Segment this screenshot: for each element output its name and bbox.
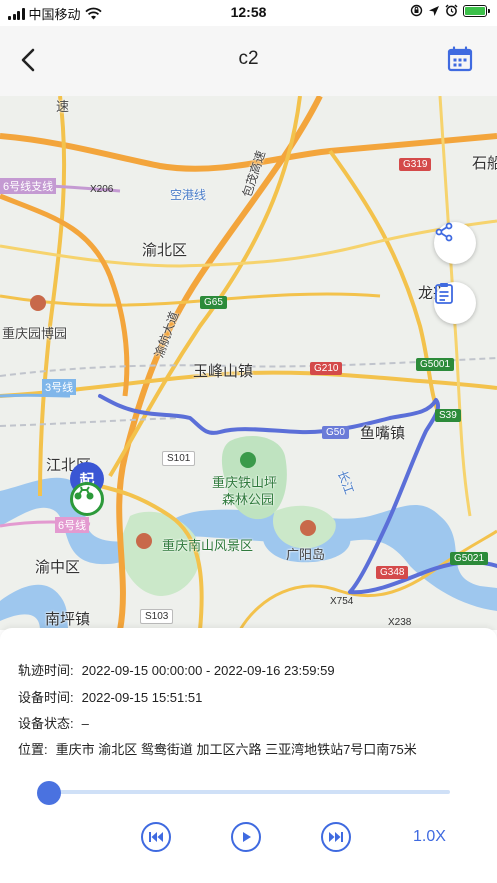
rewind-button[interactable]: [141, 822, 171, 852]
calendar-icon[interactable]: [447, 46, 473, 72]
map-label-nanping: 南坪镇: [45, 611, 91, 628]
shield-g50: G50: [322, 426, 349, 439]
device-status-value: –: [81, 716, 89, 731]
map-label-yuzhong: 渝中区: [35, 559, 81, 576]
map-label-shi: 石船: [472, 155, 497, 172]
map-label-yufeng: 玉峰山镇: [193, 363, 254, 380]
poi-tieshanping-icon: [240, 452, 256, 468]
device-time-label: 设备时间:: [18, 690, 74, 705]
alarm-icon: [445, 4, 458, 17]
status-right: [410, 4, 490, 17]
battery-icon: [463, 4, 490, 17]
device-time-value: 2022-09-15 15:51:51: [81, 690, 203, 705]
vehicle-marker: [70, 482, 104, 516]
map-label-su: 速: [56, 99, 70, 114]
playback-slider-track[interactable]: [48, 790, 450, 794]
shield-g319: G319: [399, 158, 432, 171]
map-label-line6b: 6号线支线: [0, 178, 57, 194]
track-time-value: 2022-09-15 00:00:00 - 2022-09-16 23:59:5…: [81, 663, 335, 678]
shield-g348: G348: [376, 566, 409, 579]
shield-g65: G65: [200, 296, 227, 309]
share-button[interactable]: [434, 222, 476, 264]
status-bar: 中国移动 12:58: [0, 0, 497, 26]
shield-s39: S39: [435, 409, 461, 422]
shield-g5001: G5001: [416, 358, 455, 371]
location-arrow-icon: [429, 5, 439, 16]
map-label-yubei: 渝北区: [142, 242, 188, 259]
info-panel: 轨迹时间: 2022-09-15 00:00:00 - 2022-09-16 23…: [0, 628, 497, 883]
map-label-guangyang: 广阳岛: [286, 547, 326, 562]
location-label: 位置:: [18, 742, 48, 757]
map-label-konggang: 空港线: [170, 188, 207, 202]
map-label-line3: 3号线: [42, 379, 77, 395]
nav-bar: c2: [0, 26, 497, 96]
poi-nanshan-icon: [136, 533, 152, 549]
map-label-yuanbo: 重庆园博园: [2, 326, 68, 341]
play-button[interactable]: [231, 822, 261, 852]
share-icon: [435, 222, 453, 242]
clipboard-icon: [435, 283, 453, 304]
shield-x206: X206: [90, 184, 114, 195]
shield-s103: S103: [140, 609, 174, 624]
fast-forward-button[interactable]: [321, 822, 351, 852]
rotation-lock-icon: [410, 4, 423, 17]
playback-slider-thumb[interactable]: [37, 781, 61, 805]
motorbike-icon: [74, 486, 94, 500]
map-view[interactable]: 渝北区 玉峰山镇 江北区 渝中区 南坪镇 鱼嘴镇 重庆铁山坪 森林公园 重庆南山…: [0, 96, 497, 630]
poi-yuanbo-icon: [30, 295, 46, 311]
speed-button[interactable]: 1.0X: [413, 828, 446, 846]
rewind-icon: [149, 832, 163, 842]
shield-g210: G210: [310, 362, 343, 375]
device-status-row: 设备状态: –: [18, 713, 89, 732]
device-time-row: 设备时间: 2022-09-15 15:51:51: [18, 687, 202, 706]
location-row: 位置: 重庆市 渝北区 鸳鸯街道 加工区六路 三亚湾地铁站7号口南75米: [18, 739, 417, 758]
track-time-row: 轨迹时间: 2022-09-15 00:00:00 - 2022-09-16 23…: [18, 660, 335, 679]
track-time-label: 轨迹时间:: [18, 663, 74, 678]
map-label-yuzui: 鱼嘴镇: [360, 425, 406, 442]
report-button[interactable]: [434, 282, 476, 324]
device-status-label: 设备状态:: [18, 716, 74, 731]
shield-x754: X754: [330, 596, 354, 607]
map-label-nanshan: 重庆南山风景区: [162, 538, 254, 553]
fast-forward-icon: [329, 832, 343, 842]
map-label-senlin: 森林公园: [222, 492, 275, 507]
play-icon: [243, 832, 251, 842]
map-label-line6: 6号线: [55, 517, 90, 533]
shield-s101: S101: [162, 451, 196, 466]
shield-g5021: G5021: [450, 552, 489, 565]
page-title: c2: [238, 48, 259, 69]
location-value: 重庆市 渝北区 鸳鸯街道 加工区六路 三亚湾地铁站7号口南75米: [55, 742, 417, 757]
poi-guangyang-icon: [300, 520, 316, 536]
